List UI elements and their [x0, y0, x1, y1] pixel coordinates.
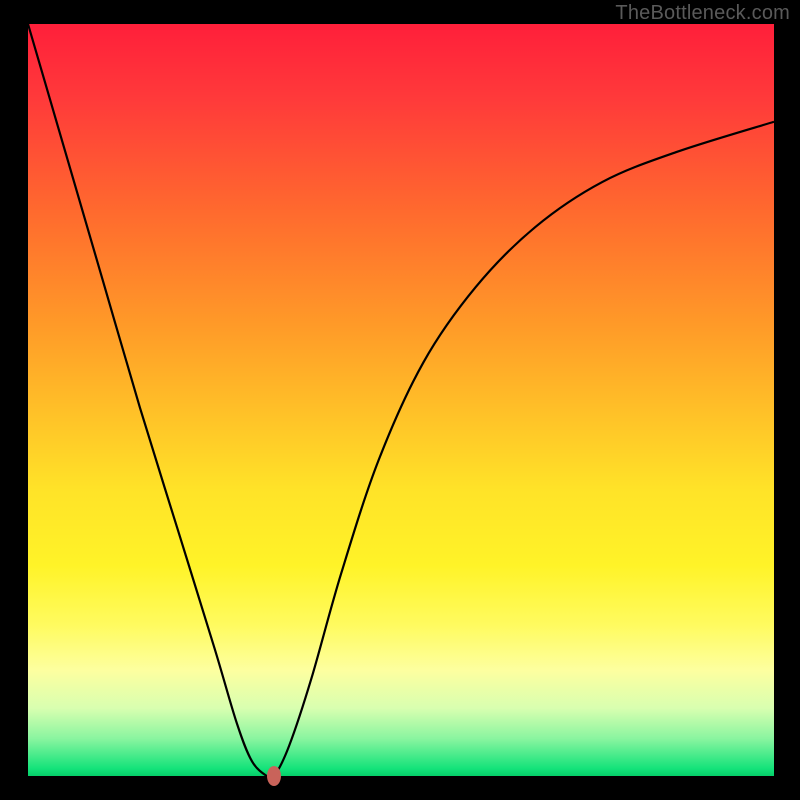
minimum-marker [267, 766, 281, 786]
bottleneck-curve [28, 24, 774, 776]
chart-frame: TheBottleneck.com [0, 0, 800, 800]
curve-path [28, 24, 774, 779]
plot-area [28, 24, 774, 776]
watermark-text: TheBottleneck.com [615, 2, 790, 25]
